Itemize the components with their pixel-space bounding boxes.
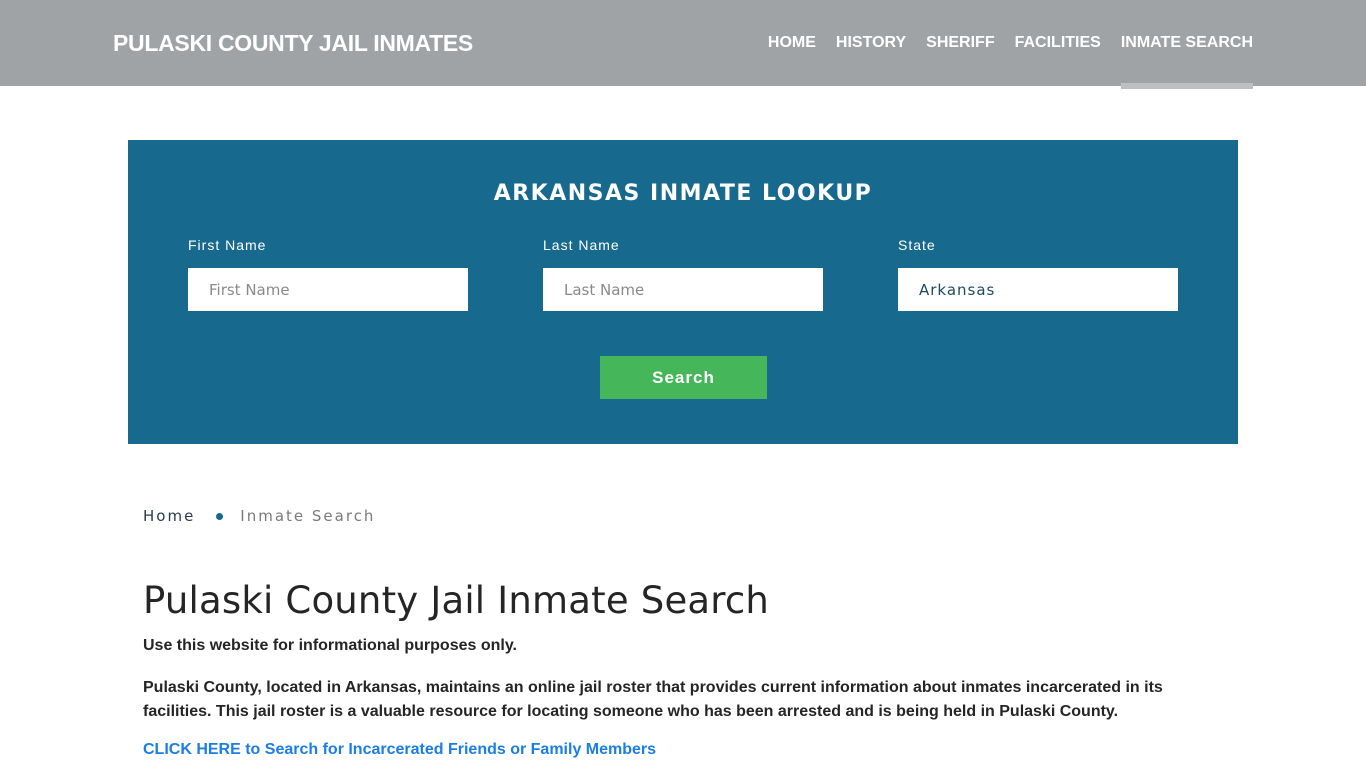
breadcrumb-home[interactable]: Home: [143, 507, 195, 525]
nav-inmate-search[interactable]: INMATE SEARCH: [1111, 0, 1254, 89]
first-name-label: First Name: [188, 237, 267, 253]
site-brand[interactable]: PULASKI COUNTY JAIL INMATES: [113, 30, 473, 57]
breadcrumb: Home Inmate Search: [143, 507, 375, 525]
intro-text: Use this website for informational purpo…: [143, 637, 517, 654]
lookup-title: ARKANSAS INMATE LOOKUP: [493, 181, 873, 206]
main-nav: HOME HISTORY SHERIFF FACILITIES INMATE S…: [758, 0, 1254, 89]
nav-history[interactable]: HISTORY: [826, 0, 916, 86]
state-select[interactable]: Arkansas: [898, 268, 1178, 311]
breadcrumb-separator-icon: [216, 512, 224, 520]
search-friends-link[interactable]: CLICK HERE to Search for Incarcerated Fr…: [143, 741, 656, 759]
nav-home[interactable]: HOME: [758, 0, 826, 86]
page-title: Pulaski County Jail Inmate Search: [143, 579, 770, 622]
search-button[interactable]: Search: [600, 356, 767, 399]
last-name-input[interactable]: [543, 268, 823, 311]
last-name-label: Last Name: [543, 237, 620, 253]
site-header: PULASKI COUNTY JAIL INMATES HOME HISTORY…: [0, 0, 1366, 89]
state-label: State: [898, 237, 936, 253]
breadcrumb-current: Inmate Search: [240, 507, 376, 525]
first-name-input[interactable]: [188, 268, 468, 311]
nav-facilities[interactable]: FACILITIES: [1005, 0, 1111, 86]
description-paragraph: Pulaski County, located in Arkansas, mai…: [143, 679, 1163, 720]
nav-sheriff[interactable]: SHERIFF: [916, 0, 1004, 86]
state-select-value: Arkansas: [919, 280, 996, 299]
